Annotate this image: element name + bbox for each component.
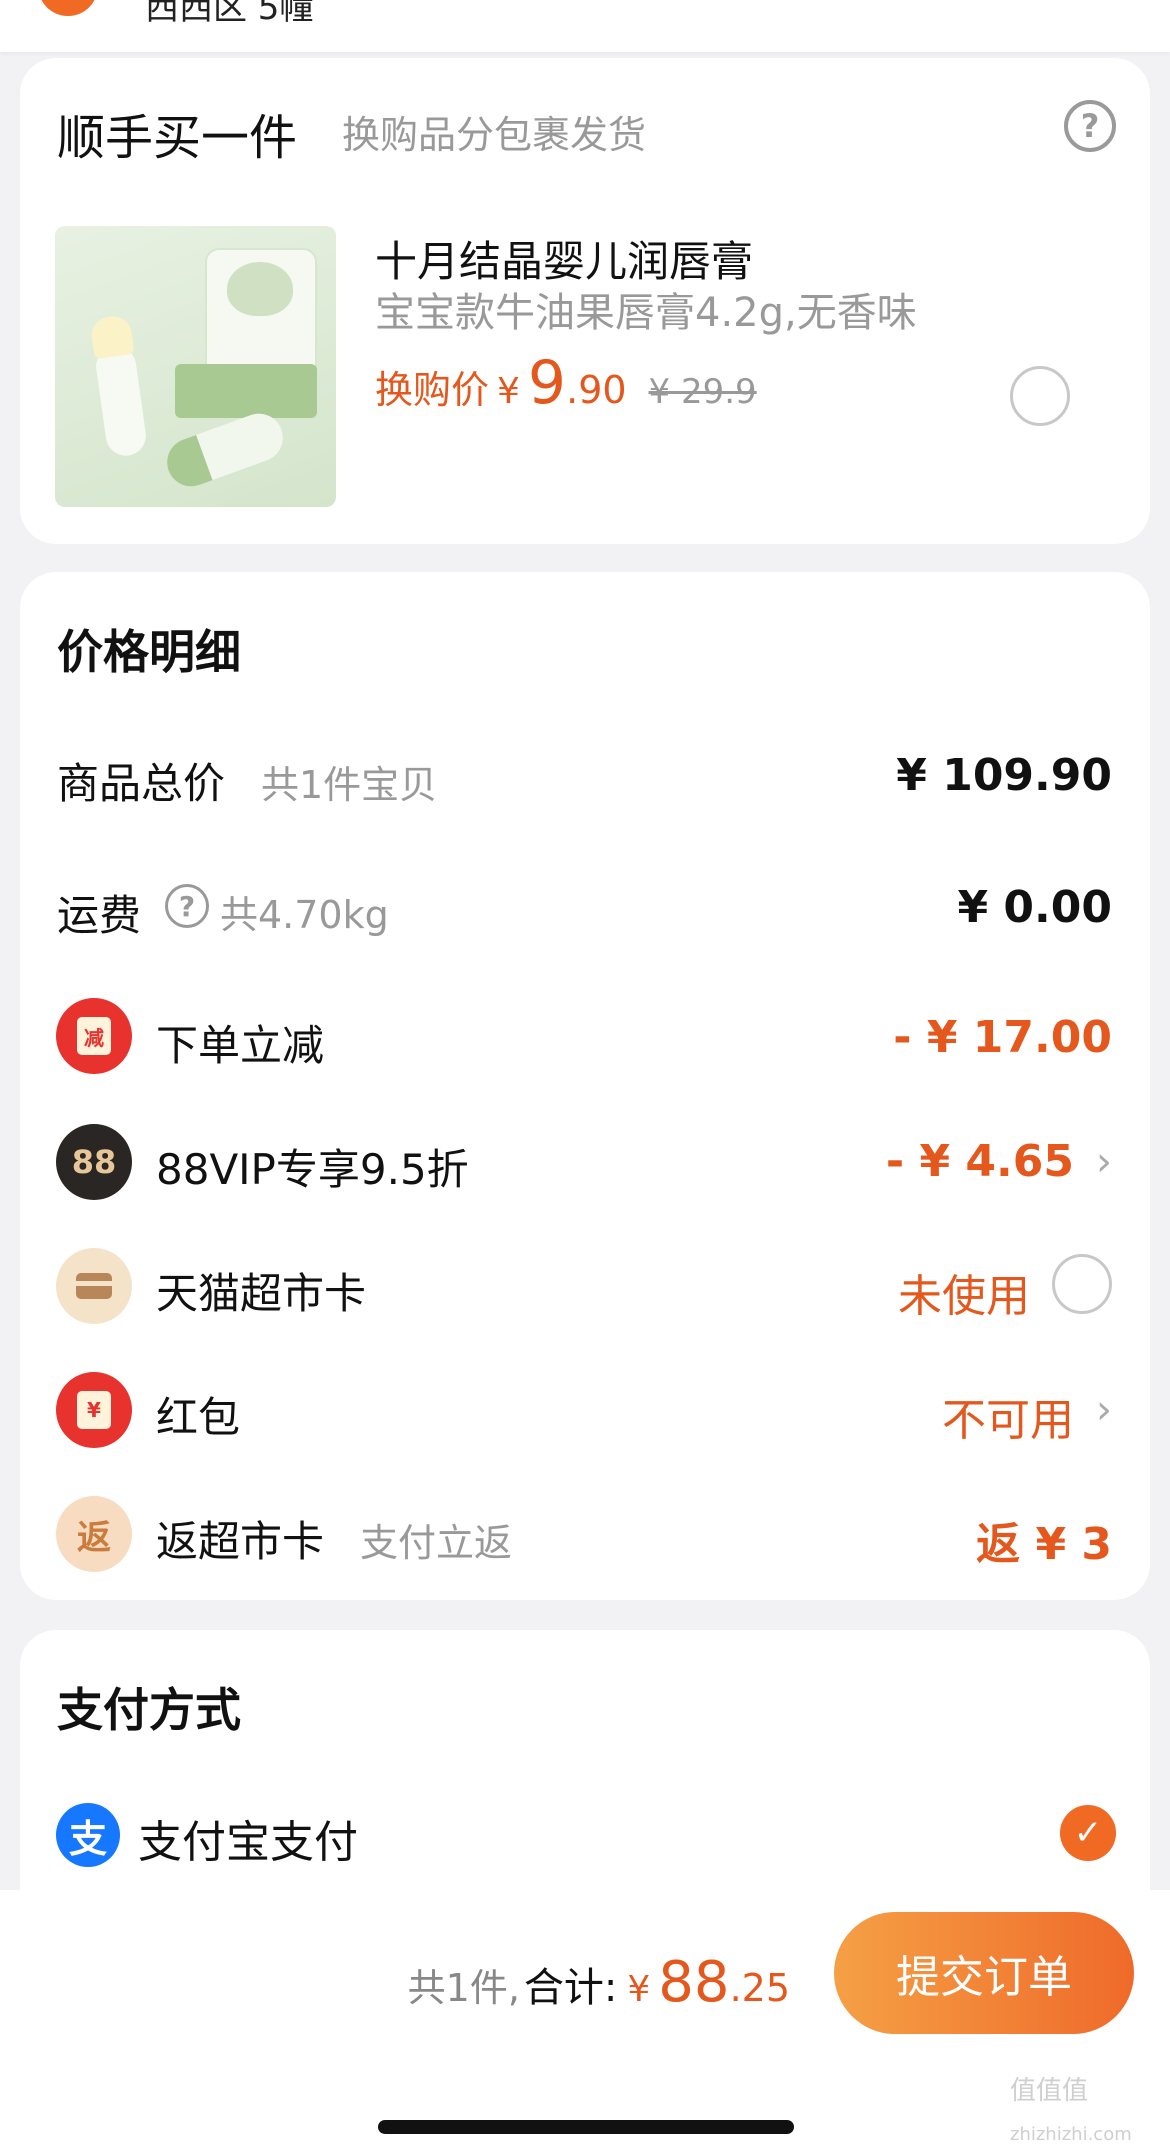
red-packet-glyph: ¥ [77, 1391, 111, 1429]
wallet-graphic [76, 1273, 112, 1299]
total-label: 合计: [523, 1965, 618, 2011]
original-price: ¥ 29.9 [648, 372, 757, 412]
addon-subtitle: 换购品分包裹发货 [342, 113, 647, 157]
cashback-value: 返 ¥ 3 [976, 1519, 1112, 1570]
total-decimal: .25 [729, 1966, 790, 2010]
watermark-url: zhizhizhi.com [1010, 2124, 1132, 2145]
shipping-help-icon[interactable]: ? [165, 884, 209, 928]
watermark: 值值值 [1010, 2076, 1089, 2106]
cashback-badge-text: 返 [77, 1517, 111, 1558]
wallet-card-icon [56, 1248, 132, 1324]
red-packet-chevron-right-icon[interactable]: › [1096, 1390, 1112, 1430]
help-icon[interactable]: ? [1064, 100, 1116, 152]
item-count: 共1件, [407, 1966, 520, 2010]
red-packet-label: 红包 [156, 1393, 241, 1442]
addon-card: 顺手买一件 换购品分包裹发货 ? 十月结晶婴儿润唇膏 宝宝款牛油果唇膏4.2g,… [20, 58, 1150, 544]
goods-total-value: ¥ 109.90 [896, 750, 1112, 801]
shipping-label: 运费 [57, 891, 142, 940]
alipay-icon: 支 [56, 1803, 120, 1867]
instant-discount-label: 下单立减 [156, 1021, 325, 1070]
lip-balm-graphic [89, 314, 149, 459]
bottom-bar: 共1件, 合计: ¥ 88 .25 提交订单 [0, 1890, 1170, 2155]
goods-total-label: 商品总价 [57, 759, 226, 808]
vip-badge-text: 88 [71, 1143, 117, 1181]
cashback-sub: 支付立返 [360, 1521, 513, 1565]
goods-count: 共1件宝贝 [261, 763, 438, 807]
payment-card: 支付方式 支 支付宝支付 ✓ [20, 1630, 1150, 1900]
tmall-card-status: 未使用 [898, 1271, 1030, 1322]
price-detail-card: 价格明细 商品总价 共1件宝贝 ¥ 109.90 运费 ? 共4.70kg ¥ … [20, 572, 1150, 1600]
cashback-label: 返超市卡 [156, 1517, 325, 1566]
total-integer: 88 [658, 1950, 730, 2015]
bear-graphic [227, 262, 293, 316]
price-label: 换购价 [375, 368, 490, 412]
checkout-page: 西西区 5幢 顺手买一件 换购品分包裹发货 ? 十月结晶婴儿润唇膏 宝宝款牛油果… [0, 0, 1170, 2155]
lip-balm-cap-graphic [89, 314, 135, 360]
instant-discount-value: - ¥ 17.00 [893, 1012, 1112, 1063]
price-detail-title: 价格明细 [57, 625, 241, 679]
vip-88-icon: 88 [56, 1124, 132, 1200]
red-packet-icon: ¥ [56, 1372, 132, 1448]
product-image[interactable] [55, 226, 336, 507]
home-indicator[interactable] [378, 2120, 794, 2134]
order-total: 共1件, 合计: ¥ 88 .25 [408, 1950, 790, 2015]
tmall-card-label: 天猫超市卡 [156, 1269, 367, 1318]
vip-discount-label: 88VIP专享9.5折 [156, 1145, 469, 1194]
vip-discount-value[interactable]: - ¥ 4.65 [886, 1136, 1074, 1187]
vip-chevron-right-icon[interactable]: › [1096, 1142, 1112, 1182]
addon-title: 顺手买一件 [57, 110, 298, 166]
price-integer: 9 [527, 348, 567, 418]
lip-balm-end-graphic [160, 434, 213, 494]
red-packet-status[interactable]: 不可用 [942, 1384, 1074, 1448]
cashback-icon: 返 [56, 1496, 132, 1572]
address-text: 西西区 5幢 [145, 0, 314, 28]
lip-balm-graphic-2 [160, 406, 290, 494]
total-currency: ¥ [627, 1969, 651, 2010]
price-decimal: .90 [566, 368, 627, 412]
alipay-label[interactable]: 支付宝支付 [138, 1806, 358, 1870]
product-spec: 宝宝款牛油果唇膏4.2g,无香味 [375, 290, 917, 336]
addon-select-radio[interactable] [1010, 366, 1070, 426]
payment-title: 支付方式 [57, 1683, 241, 1737]
tmall-card-radio[interactable] [1052, 1254, 1112, 1314]
submit-order-button[interactable]: 提交订单 [834, 1912, 1134, 2034]
discount-badge-icon: 减 [56, 998, 132, 1074]
shipping-weight: 共4.70kg [220, 893, 389, 937]
location-icon [38, 0, 98, 16]
product-price: 换购价 ¥ 9 .90 ¥ 29.9 [375, 348, 757, 418]
product-base-graphic [175, 364, 317, 418]
address-strip[interactable]: 西西区 5幢 [0, 0, 1170, 52]
shipping-value: ¥ 0.00 [957, 882, 1113, 933]
price-currency: ¥ [497, 371, 520, 412]
discount-badge-glyph: 减 [77, 1017, 111, 1055]
alipay-selected-check-icon[interactable]: ✓ [1060, 1805, 1116, 1861]
